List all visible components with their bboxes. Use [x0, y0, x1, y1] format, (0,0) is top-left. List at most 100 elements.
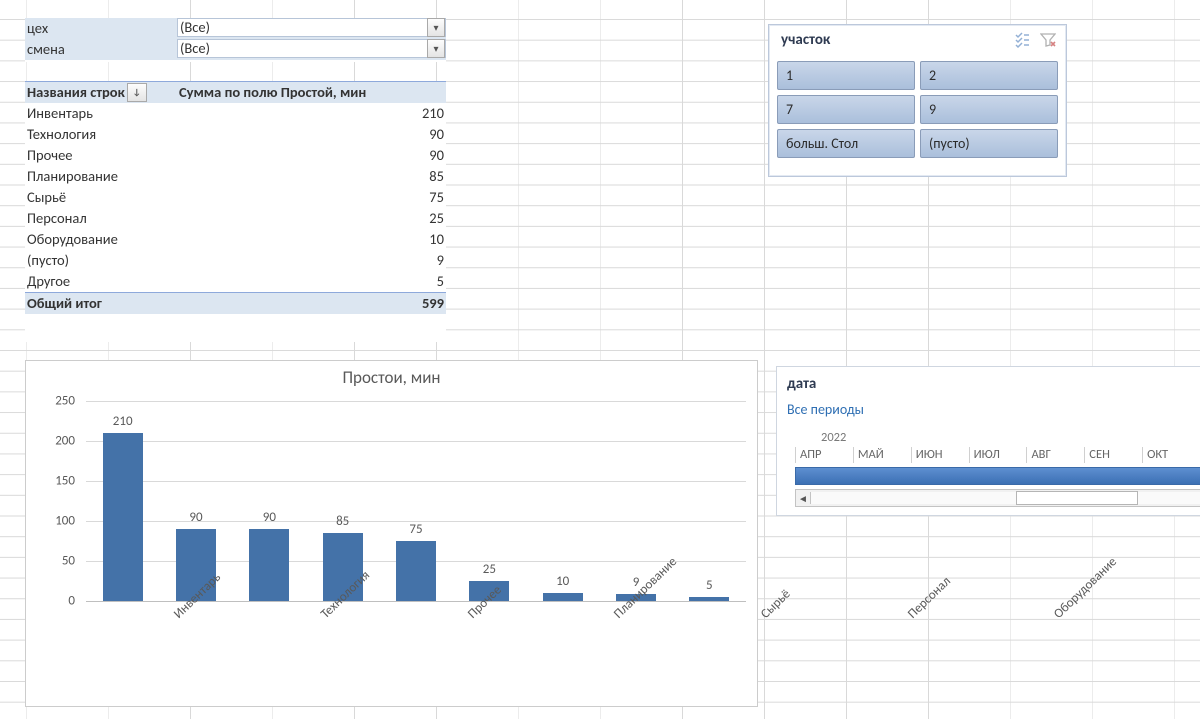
chart-bar-group: 5	[674, 578, 744, 601]
slicer-item[interactable]: (пусто)	[920, 129, 1058, 158]
chart-bar[interactable]	[103, 433, 143, 601]
pivot-row-value: 9	[177, 250, 446, 271]
pivot-row-labels-header[interactable]: Названия строк ↓	[25, 82, 177, 103]
pivot-row-value: 10	[177, 229, 446, 250]
pivot-chart[interactable]: Простои, мин 0 50 100 150 200 250 210 90 90 85 75…	[25, 360, 758, 707]
bar-value-label: 85	[336, 514, 349, 529]
slicer-item[interactable]: больш. Стол	[777, 129, 915, 158]
pivot-data-row[interactable]: Технология90	[25, 124, 446, 145]
pivot-row-label: Персонал	[25, 208, 177, 229]
slicer-item[interactable]: 9	[920, 95, 1058, 124]
chart-bar[interactable]	[689, 597, 729, 601]
pivot-filter-value[interactable]: (Все) ▾	[177, 39, 446, 58]
x-tick-label: Технология	[318, 611, 328, 622]
chart-bar[interactable]	[543, 593, 583, 601]
pivot-row-labels-text: Названия строк	[27, 82, 125, 103]
pivot-filter-name: смена	[25, 39, 177, 60]
pivot-row-label: Технология	[25, 124, 177, 145]
dropdown-icon[interactable]: ▾	[427, 39, 445, 58]
timeline-selection-bar[interactable]	[795, 467, 1200, 485]
pivot-row-value: 85	[177, 166, 446, 187]
bar-value-label: 90	[263, 510, 276, 525]
x-tick-label: Инвентарь	[171, 611, 181, 622]
slicer-item[interactable]: 7	[777, 95, 915, 124]
slicer-header: участок	[769, 25, 1066, 55]
pivot-data-row[interactable]: Прочее90	[25, 145, 446, 166]
pivot-row-label: Инвентарь	[25, 103, 177, 124]
pivot-filter-value-text: (Все)	[180, 18, 210, 36]
pivot-filter-row: смена (Все) ▾	[25, 39, 446, 60]
slicer-body: 1279больш. Стол(пусто)	[769, 55, 1066, 176]
timeline-month-label[interactable]: ИЮЛ	[969, 447, 1027, 463]
timeline-month-label[interactable]: МАЙ	[853, 447, 911, 463]
spacer-row	[25, 60, 446, 81]
timeline-title: дата	[787, 375, 1200, 401]
pivot-row-label: (пусто)	[25, 250, 177, 271]
timeline-month-label[interactable]: ИЮН	[911, 447, 969, 463]
multi-select-icon[interactable]	[1014, 32, 1030, 48]
slicer-item[interactable]: 1	[777, 61, 915, 90]
y-tick-label: 150	[25, 474, 75, 489]
bar-value-label: 75	[409, 522, 422, 537]
clear-filter-icon[interactable]	[1040, 32, 1056, 48]
y-tick-label: 0	[25, 594, 75, 609]
y-tick-label: 100	[25, 514, 75, 529]
slicer-item[interactable]: 2	[920, 61, 1058, 90]
pivot-data-row[interactable]: Персонал25	[25, 208, 446, 229]
timeline-months: АПРМАЙИЮНИЮЛАВГСЕНОКТ	[795, 447, 1200, 463]
pivot-data-row[interactable]: Планирование85	[25, 166, 446, 187]
pivot-row-value: 75	[177, 187, 446, 208]
y-tick-label: 200	[25, 434, 75, 449]
pivot-data-row[interactable]: Другое5	[25, 271, 446, 292]
bar-value-label: 210	[113, 414, 133, 429]
chart-title: Простои, мин	[26, 361, 757, 394]
sort-descending-icon[interactable]: ↓	[127, 83, 147, 102]
pivot-data-row[interactable]: Инвентарь210	[25, 103, 446, 124]
chart-bar[interactable]	[249, 529, 289, 601]
scroll-left-icon[interactable]: ◄	[796, 492, 810, 505]
chart-bar-group: 90	[234, 510, 304, 601]
pivot-data-row[interactable]: (пусто)9	[25, 250, 446, 271]
bar-value-label: 25	[483, 562, 496, 577]
pivot-filter-name: цех	[25, 18, 177, 39]
chart-x-labels: ИнвентарьТехнологияПрочееПланированиеСыр…	[86, 605, 746, 700]
dropdown-icon[interactable]: ▾	[427, 18, 445, 37]
timeline-scrollbar[interactable]: ◄	[795, 489, 1200, 507]
timeline-axis: 2022 АПРМАЙИЮНИЮЛАВГСЕНОКТ ◄	[795, 430, 1200, 507]
pivot-row-label: Другое	[25, 271, 177, 292]
pivot-total-row: Общий итог 599	[25, 292, 446, 314]
pivot-data-row[interactable]: Сырьё75	[25, 187, 446, 208]
timeline-panel[interactable]: дата Все периоды 2022 АПРМАЙИЮНИЮЛАВГСЕН…	[776, 366, 1200, 516]
chart-bar-group: 210	[88, 414, 158, 601]
timeline-month-label[interactable]: АПР	[795, 447, 853, 463]
pivot-header-row: Названия строк ↓ Сумма по полю Простой, …	[25, 81, 446, 103]
timeline-month-label[interactable]: СЕН	[1084, 447, 1142, 463]
chart-bar-group: 10	[528, 574, 598, 601]
pivot-row-value: 25	[177, 208, 446, 229]
pivot-filter-row: цех (Все) ▾	[25, 18, 446, 39]
pivot-row-label: Сырьё	[25, 187, 177, 208]
bar-value-label: 5	[706, 578, 713, 593]
chart-y-axis: 050100150200250	[26, 401, 81, 601]
scroll-track[interactable]	[810, 492, 1200, 504]
chart-plot-area: 21090908575251095	[86, 401, 746, 601]
chart-bar[interactable]	[396, 541, 436, 601]
bar-value-label: 90	[189, 510, 202, 525]
timeline-month-label[interactable]: АВГ	[1026, 447, 1084, 463]
x-tick-label: Прочее	[465, 611, 475, 622]
pivot-row-label: Оборудование	[25, 229, 177, 250]
y-tick-label: 50	[25, 554, 75, 569]
scroll-thumb[interactable]	[1016, 491, 1138, 505]
worksheet: цех (Все) ▾ смена (Все) ▾ Названия строк…	[0, 0, 1200, 719]
pivot-filter-value[interactable]: (Все) ▾	[177, 18, 446, 37]
bar-value-label: 10	[556, 574, 569, 589]
timeline-period-label[interactable]: Все периоды	[787, 401, 1200, 430]
pivot-table: цех (Все) ▾ смена (Все) ▾ Названия строк…	[25, 18, 446, 314]
pivot-data-row[interactable]: Оборудование10	[25, 229, 446, 250]
timeline-month-label[interactable]: ОКТ	[1142, 447, 1200, 463]
pivot-row-label: Планирование	[25, 166, 177, 187]
slicer-panel[interactable]: участок 1279больш. Стол(пусто)	[768, 24, 1067, 177]
y-tick-label: 250	[25, 394, 75, 409]
slicer-title: участок	[781, 31, 830, 49]
pivot-total-label: Общий итог	[25, 293, 177, 314]
